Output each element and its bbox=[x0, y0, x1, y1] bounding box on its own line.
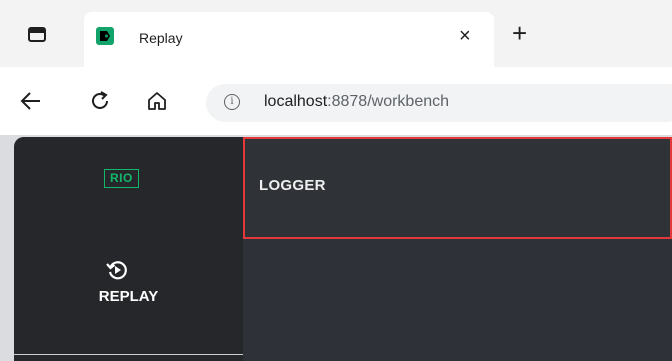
url-text[interactable]: localhost:8878/workbench bbox=[264, 93, 449, 111]
home-icon[interactable] bbox=[146, 90, 168, 112]
logger-title: LOGGER bbox=[259, 177, 326, 194]
browser-tab-strip: Replay × + bbox=[0, 0, 672, 67]
sidebar-divider bbox=[14, 354, 243, 355]
address-bar[interactable]: i localhost:8878/workbench bbox=[206, 84, 672, 122]
app-window: RIO REPLAY LOGGER bbox=[14, 137, 672, 361]
browser-nav-bar: i localhost:8878/workbench bbox=[0, 67, 672, 135]
logger-header[interactable]: LOGGER bbox=[243, 137, 672, 239]
sidebar-toggle-icon[interactable] bbox=[28, 27, 46, 42]
plus-icon[interactable]: + bbox=[512, 20, 527, 46]
info-icon[interactable]: i bbox=[224, 94, 240, 110]
back-arrow-icon[interactable] bbox=[20, 90, 42, 112]
close-icon[interactable]: × bbox=[459, 26, 471, 46]
sidebar-item-label: REPLAY bbox=[98, 288, 159, 305]
url-path: :8878/workbench bbox=[327, 93, 450, 110]
app-sidebar: RIO REPLAY bbox=[14, 137, 243, 361]
replay-icon bbox=[106, 261, 127, 280]
browser-tab[interactable]: Replay × bbox=[84, 12, 494, 67]
rio-logo[interactable]: RIO bbox=[104, 169, 139, 188]
url-host: localhost bbox=[264, 93, 328, 110]
main-panel bbox=[243, 239, 672, 361]
favicon-icon bbox=[96, 27, 114, 45]
sidebar-item-replay[interactable]: REPLAY bbox=[14, 255, 243, 325]
reload-icon[interactable] bbox=[89, 90, 111, 112]
tab-title: Replay bbox=[139, 30, 183, 46]
